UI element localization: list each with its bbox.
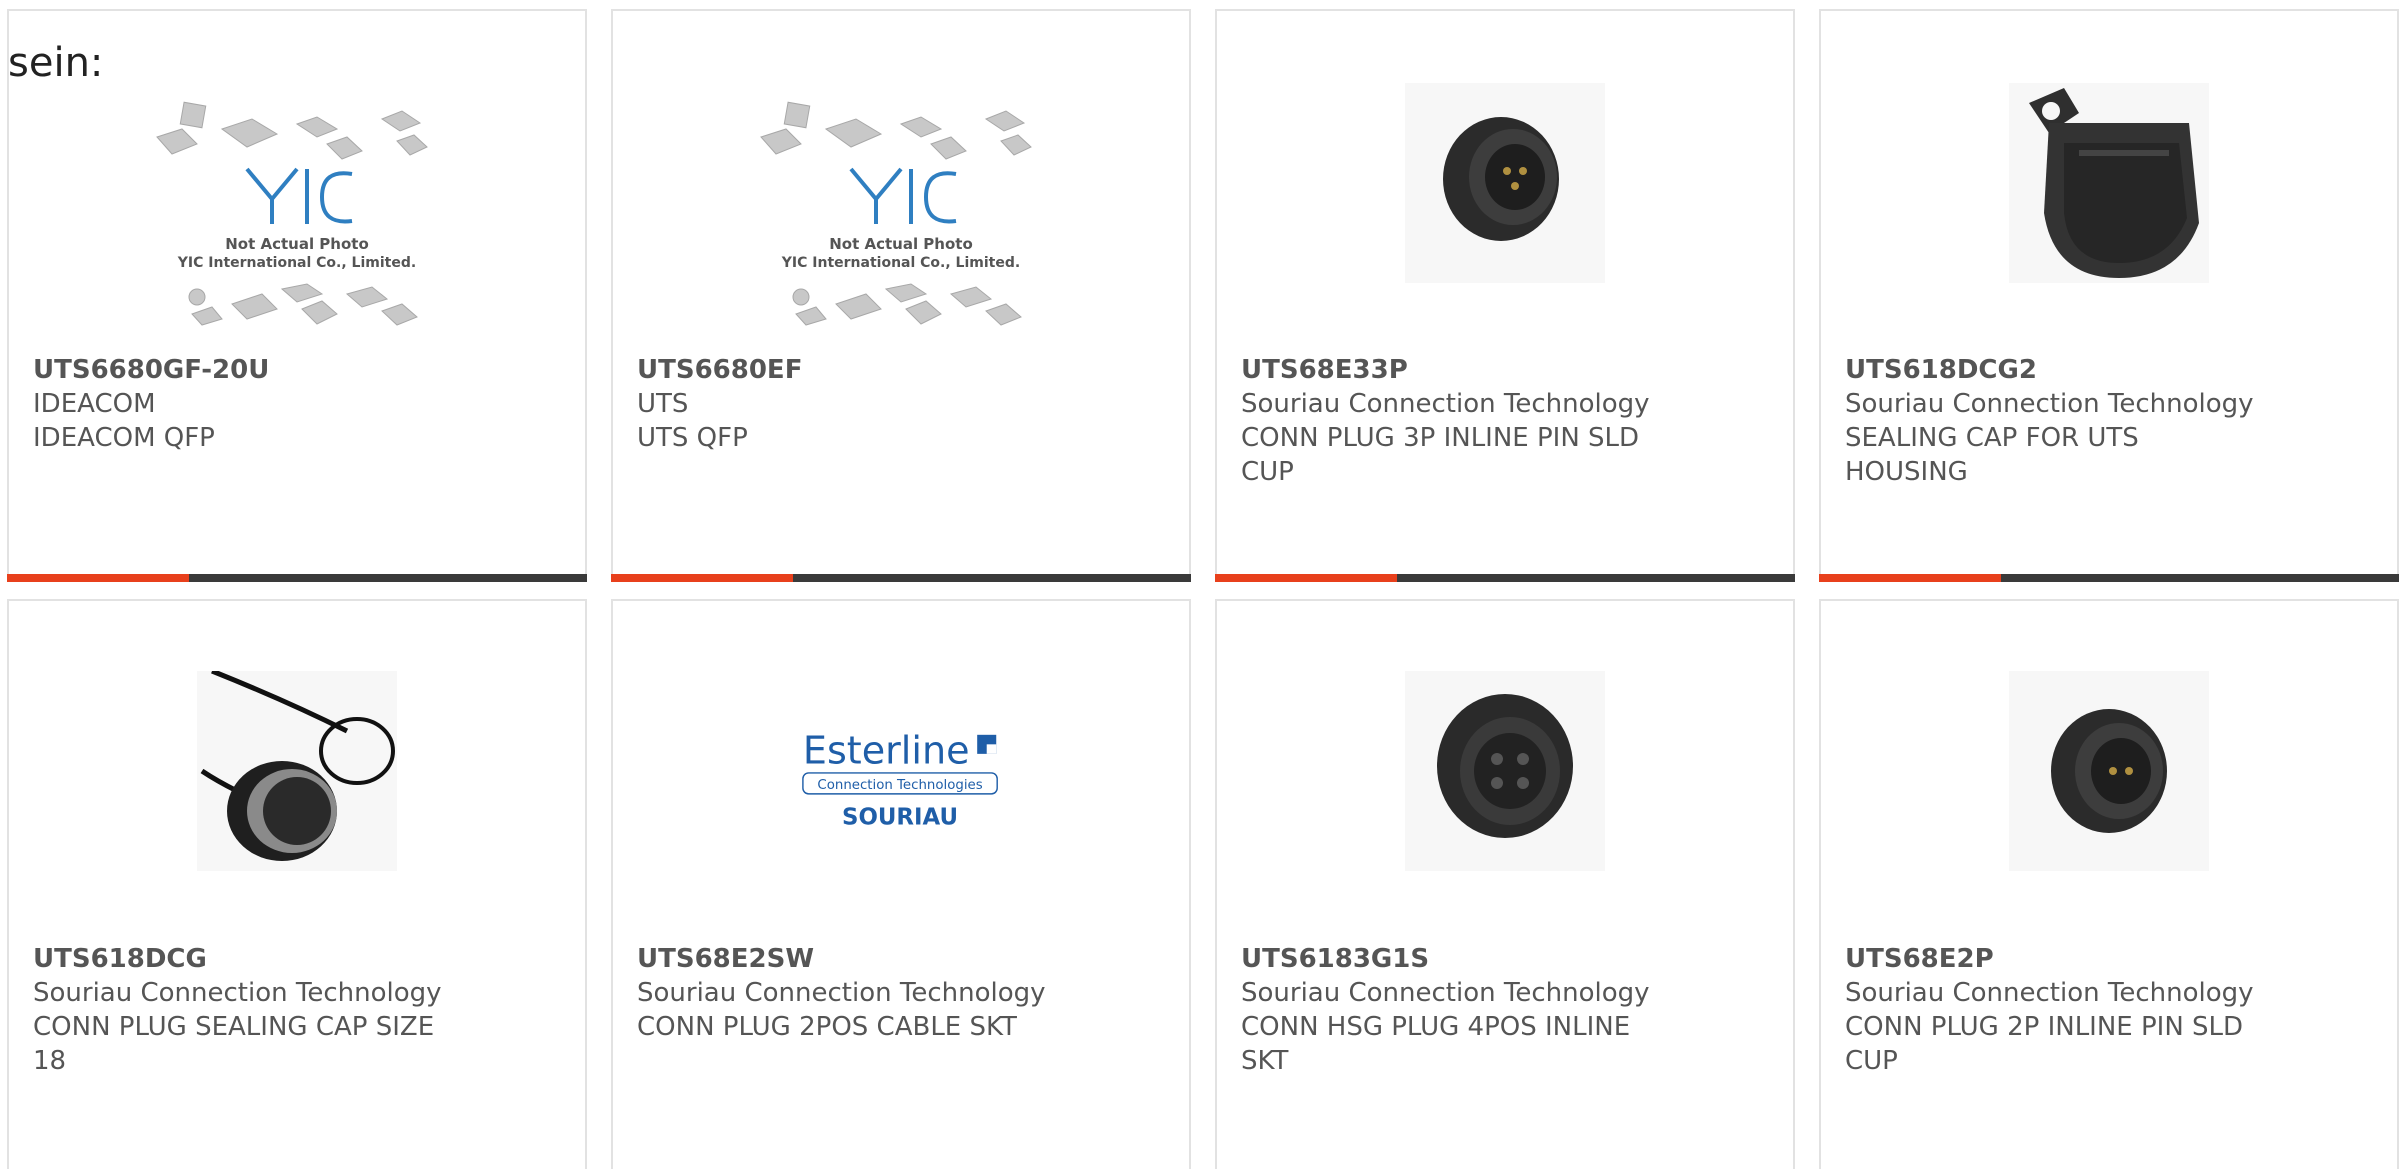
logo-subtitle: Connection Technologies bbox=[817, 778, 982, 793]
placeholder-caption-1: Not Actual Photo bbox=[829, 235, 973, 253]
product-card[interactable]: UTS618DCG Souriau Connection Technology … bbox=[7, 599, 587, 1169]
product-photo[interactable] bbox=[2009, 83, 2209, 283]
manufacturer: Souriau Connection Technology bbox=[1845, 389, 2254, 419]
product-info: UTS68E2SW Souriau Connection Technology … bbox=[637, 942, 1057, 1044]
manufacturer: UTS bbox=[637, 389, 689, 419]
product-photo[interactable] bbox=[2009, 671, 2209, 871]
manufacturer: Souriau Connection Technology bbox=[1241, 389, 1650, 419]
product-image-placeholder[interactable]: Not Actual Photo YIC International Co., … bbox=[152, 99, 442, 349]
product-info: UTS68E33P Souriau Connection Technology … bbox=[1241, 353, 1661, 489]
product-info: UTS6680GF-20U IDEACOM IDEACOM QFP bbox=[33, 353, 453, 455]
description: CONN PLUG 2POS CABLE SKT bbox=[637, 1012, 1017, 1042]
manufacturer: Souriau Connection Technology bbox=[637, 978, 1046, 1008]
product-photo[interactable] bbox=[197, 671, 397, 871]
intro-text: sein: bbox=[8, 40, 104, 86]
logo-souriau: SOURIAU bbox=[842, 804, 958, 830]
product-image-placeholder[interactable]: Not Actual Photo YIC International Co., … bbox=[756, 99, 1046, 349]
part-number[interactable]: UTS68E2P bbox=[1845, 942, 2265, 976]
product-card[interactable]: UTS68E33P Souriau Connection Technology … bbox=[1215, 9, 1795, 582]
placeholder-caption-2: YIC International Co., Limited. bbox=[781, 255, 1020, 271]
product-info: UTS618DCG Souriau Connection Technology … bbox=[33, 942, 453, 1078]
product-card[interactable]: Esterline Connection Technologies SOURIA… bbox=[611, 599, 1191, 1169]
part-number[interactable]: UTS68E33P bbox=[1241, 353, 1661, 387]
placeholder-caption-2: YIC International Co., Limited. bbox=[177, 255, 416, 271]
description: IDEACOM QFP bbox=[33, 423, 215, 453]
placeholder-caption-1: Not Actual Photo bbox=[225, 235, 369, 253]
manufacturer: Souriau Connection Technology bbox=[33, 978, 442, 1008]
manufacturer: Souriau Connection Technology bbox=[1241, 978, 1650, 1008]
product-info: UTS618DCG2 Souriau Connection Technology… bbox=[1845, 353, 2265, 489]
card-accent bbox=[1215, 574, 1397, 582]
part-number[interactable]: UTS6680EF bbox=[637, 353, 1057, 387]
part-number[interactable]: UTS6680GF-20U bbox=[33, 353, 453, 387]
card-bottom-bar bbox=[1819, 574, 2399, 582]
product-photo[interactable] bbox=[1405, 671, 1605, 871]
part-number[interactable]: UTS618DCG bbox=[33, 942, 453, 976]
product-photo[interactable] bbox=[1405, 83, 1605, 283]
card-bottom-bar bbox=[1215, 574, 1795, 582]
description: SEALING CAP FOR UTS HOUSING bbox=[1845, 423, 2139, 487]
product-card[interactable]: UTS618DCG2 Souriau Connection Technology… bbox=[1819, 9, 2399, 582]
product-card[interactable]: Not Actual Photo YIC International Co., … bbox=[611, 9, 1191, 582]
card-accent bbox=[7, 574, 189, 582]
part-number[interactable]: UTS6183G1S bbox=[1241, 942, 1661, 976]
part-number[interactable]: UTS618DCG2 bbox=[1845, 353, 2265, 387]
description: CONN PLUG 3P INLINE PIN SLD CUP bbox=[1241, 423, 1640, 487]
part-number[interactable]: UTS68E2SW bbox=[637, 942, 1057, 976]
product-card[interactable]: Not Actual Photo YIC International Co., … bbox=[7, 9, 587, 582]
description: CONN PLUG SEALING CAP SIZE 18 bbox=[33, 1012, 435, 1076]
card-bottom-bar bbox=[611, 574, 1191, 582]
product-card[interactable]: UTS6183G1S Souriau Connection Technology… bbox=[1215, 599, 1795, 1169]
product-info: UTS68E2P Souriau Connection Technology C… bbox=[1845, 942, 2265, 1078]
product-info: UTS6183G1S Souriau Connection Technology… bbox=[1241, 942, 1661, 1078]
esterline-logo[interactable]: Esterline Connection Technologies SOURIA… bbox=[801, 671, 1001, 871]
card-accent bbox=[611, 574, 793, 582]
description: CONN HSG PLUG 4POS INLINE SKT bbox=[1241, 1012, 1631, 1076]
product-card[interactable]: UTS68E2P Souriau Connection Technology C… bbox=[1819, 599, 2399, 1169]
description: UTS QFP bbox=[637, 423, 748, 453]
manufacturer: IDEACOM bbox=[33, 389, 156, 419]
manufacturer: Souriau Connection Technology bbox=[1845, 978, 2254, 1008]
card-accent bbox=[1819, 574, 2001, 582]
card-bottom-bar bbox=[7, 574, 587, 582]
product-info: UTS6680EF UTS UTS QFP bbox=[637, 353, 1057, 455]
logo-wordmark: Esterline bbox=[803, 728, 970, 772]
description: CONN PLUG 2P INLINE PIN SLD CUP bbox=[1845, 1012, 2244, 1076]
